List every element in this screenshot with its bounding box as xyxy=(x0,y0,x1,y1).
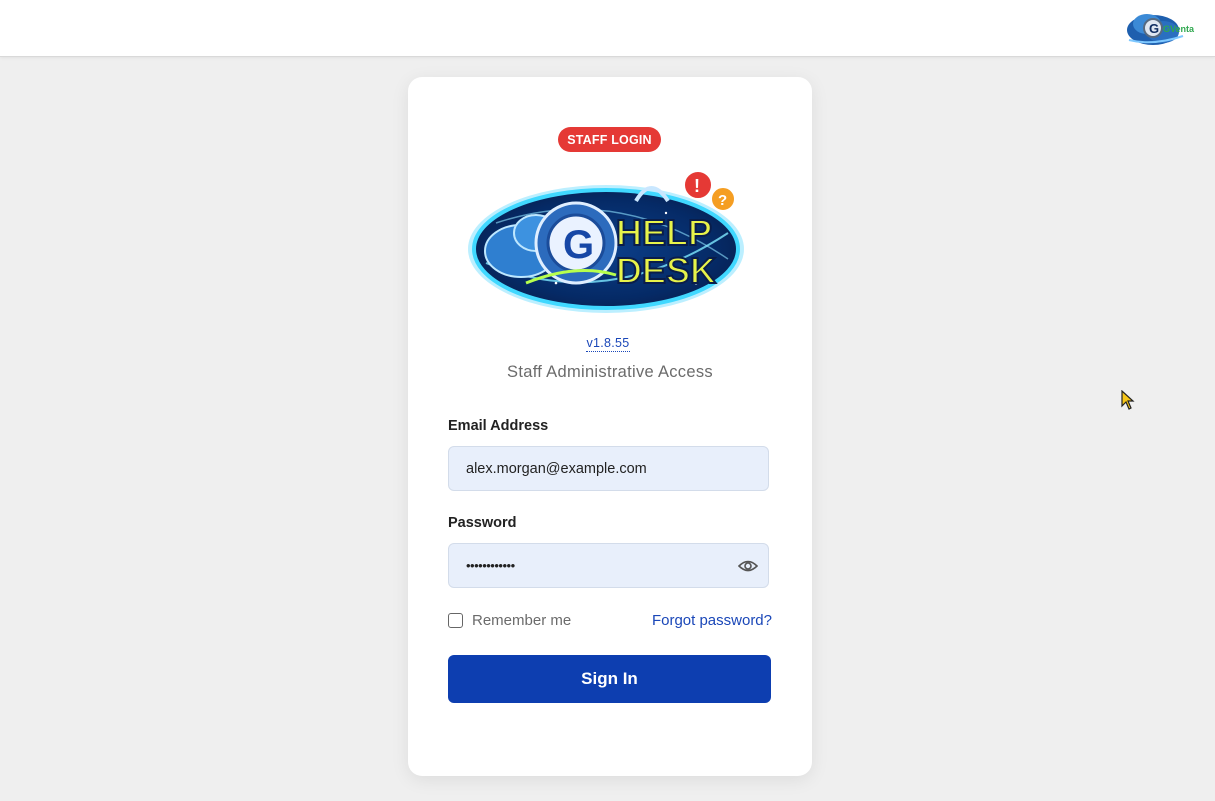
hero-text-desk: DESK xyxy=(616,250,716,291)
remember-me-label[interactable]: Remember me xyxy=(472,612,571,629)
mouse-pointer-icon xyxy=(1121,389,1135,410)
version-text[interactable]: v1.8.55 xyxy=(586,336,630,352)
forgot-password-link[interactable]: Forgot password? xyxy=(652,612,772,629)
corner-logo-text: GVenta xyxy=(1163,24,1195,34)
password-value: •••••••••••• xyxy=(466,558,515,573)
email-label: Email Address xyxy=(448,418,549,434)
svg-text:?: ? xyxy=(718,192,727,209)
top-bar: G GVenta xyxy=(0,0,1215,57)
hero-letter: G xyxy=(563,223,594,267)
staff-login-badge: STAFF LOGIN xyxy=(558,127,661,152)
eye-icon[interactable] xyxy=(737,557,759,575)
page-subtitle: Staff Administrative Access xyxy=(507,363,713,381)
password-field[interactable]: •••••••••••• xyxy=(448,543,769,588)
hero-text-help: HELP xyxy=(616,212,712,253)
svg-text:G: G xyxy=(1149,21,1159,36)
email-value: alex.morgan@example.com xyxy=(466,460,647,477)
sign-in-button[interactable]: Sign In xyxy=(448,655,771,703)
password-label: Password xyxy=(448,515,517,531)
brand-logo-icon[interactable]: G GVenta xyxy=(1123,6,1201,50)
version-label[interactable]: v1.8.55 xyxy=(408,336,808,352)
svg-text:!: ! xyxy=(694,176,700,196)
remember-me-checkbox[interactable] xyxy=(448,613,463,628)
login-card: STAFF LOGIN G ! ? HELP DESK v1.8.55 Staf… xyxy=(408,77,812,776)
email-field[interactable]: alex.morgan@example.com xyxy=(448,446,769,491)
help-desk-logo: G ! ? HELP DESK xyxy=(466,163,752,317)
